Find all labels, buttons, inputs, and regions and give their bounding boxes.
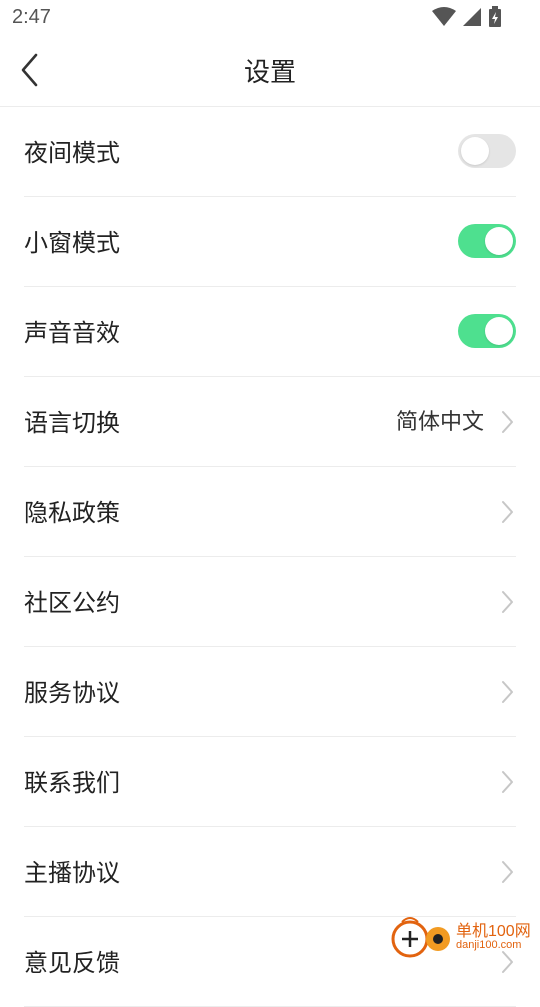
chevron-right-icon bbox=[502, 501, 513, 523]
setting-label: 主播协议 bbox=[24, 859, 120, 887]
watermark-url: danji100.com bbox=[456, 939, 522, 951]
nav-bar: 设置 bbox=[0, 36, 540, 107]
watermark-icon bbox=[391, 917, 450, 958]
setting-night-mode: 夜间模式 bbox=[24, 107, 516, 197]
chevron-right-icon bbox=[502, 591, 513, 613]
chevron-right-icon bbox=[502, 681, 513, 703]
settings-list: 夜间模式 小窗模式 声音音效 语言切换 简体中文 隐私政策 社区公约 服务协议 … bbox=[0, 107, 540, 1007]
battery-charging-icon bbox=[489, 6, 501, 27]
toggle-knob bbox=[485, 317, 513, 345]
setting-language[interactable]: 语言切换 简体中文 bbox=[24, 377, 516, 467]
setting-service-agreement[interactable]: 服务协议 bbox=[24, 647, 516, 737]
sound-effects-toggle[interactable] bbox=[458, 314, 516, 348]
status-icons bbox=[432, 6, 502, 28]
setting-label: 语言切换 bbox=[24, 409, 120, 437]
wifi-icon bbox=[432, 7, 456, 26]
setting-label: 声音音效 bbox=[24, 319, 120, 347]
watermark-text: 单机100网 bbox=[456, 923, 531, 940]
setting-contact-us[interactable]: 联系我们 bbox=[24, 737, 516, 827]
night-mode-toggle[interactable] bbox=[458, 134, 516, 168]
setting-host-agreement[interactable]: 主播协议 bbox=[24, 827, 516, 917]
setting-label: 隐私政策 bbox=[24, 499, 120, 527]
setting-label: 夜间模式 bbox=[24, 139, 120, 167]
chevron-right-icon bbox=[502, 771, 513, 793]
setting-community-rules[interactable]: 社区公约 bbox=[24, 557, 516, 647]
chevron-right-icon bbox=[502, 411, 513, 433]
chevron-right-icon bbox=[502, 861, 513, 883]
cell-signal-icon bbox=[463, 8, 481, 26]
watermark-logo: 单机100网 danji100.com bbox=[388, 914, 538, 960]
toggle-knob bbox=[485, 227, 513, 255]
setting-label: 意见反馈 bbox=[24, 949, 120, 977]
setting-label: 小窗模式 bbox=[24, 229, 120, 257]
setting-label: 联系我们 bbox=[24, 769, 120, 797]
mini-window-toggle[interactable] bbox=[458, 224, 516, 258]
setting-sound-effects: 声音音效 bbox=[24, 287, 540, 377]
status-bar: 2:47 bbox=[0, 0, 540, 36]
setting-label: 服务协议 bbox=[24, 679, 120, 707]
page-title: 设置 bbox=[243, 58, 296, 88]
language-value: 简体中文 bbox=[395, 410, 484, 435]
status-time: 2:47 bbox=[12, 6, 51, 28]
setting-mini-window: 小窗模式 bbox=[24, 197, 516, 287]
setting-label: 社区公约 bbox=[24, 589, 120, 617]
setting-privacy-policy[interactable]: 隐私政策 bbox=[24, 467, 516, 557]
toggle-knob bbox=[461, 137, 489, 165]
